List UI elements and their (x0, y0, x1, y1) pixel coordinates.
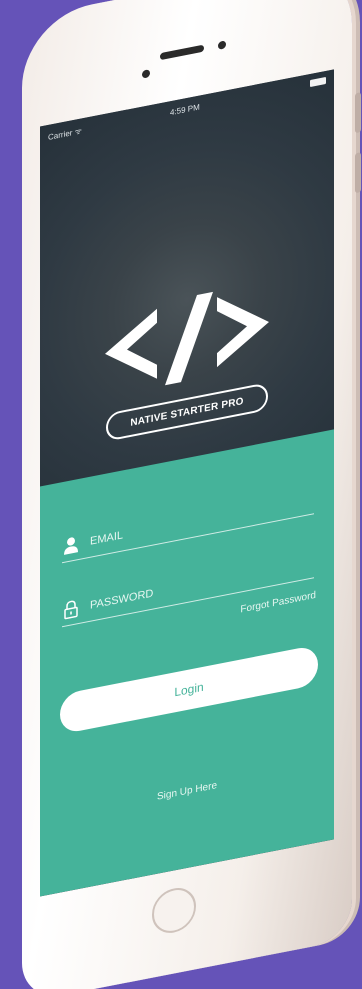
phone-mockup: Carrier ᯤ 4:59 PM NATIVE STARTER PRO EMA… (22, 0, 361, 989)
code-brackets-icon (105, 291, 269, 386)
home-button[interactable] (152, 884, 196, 937)
phone-screen: Carrier ᯤ 4:59 PM NATIVE STARTER PRO EMA… (40, 69, 334, 897)
stage: Carrier ᯤ 4:59 PM NATIVE STARTER PRO EMA… (0, 0, 362, 989)
power-button (355, 152, 361, 194)
sensor-icon (218, 40, 226, 50)
status-time: 4:59 PM (170, 102, 200, 118)
speaker-grille (160, 44, 204, 61)
lock-icon (64, 600, 78, 620)
user-icon (64, 537, 78, 555)
carrier-label: Carrier ᯤ (48, 126, 82, 142)
battery-icon (310, 76, 326, 88)
header-area: Carrier ᯤ 4:59 PM NATIVE STARTER PRO (40, 69, 334, 487)
status-bar: Carrier ᯤ 4:59 PM (40, 69, 334, 148)
camera-icon (142, 69, 150, 79)
volume-button (355, 92, 361, 134)
